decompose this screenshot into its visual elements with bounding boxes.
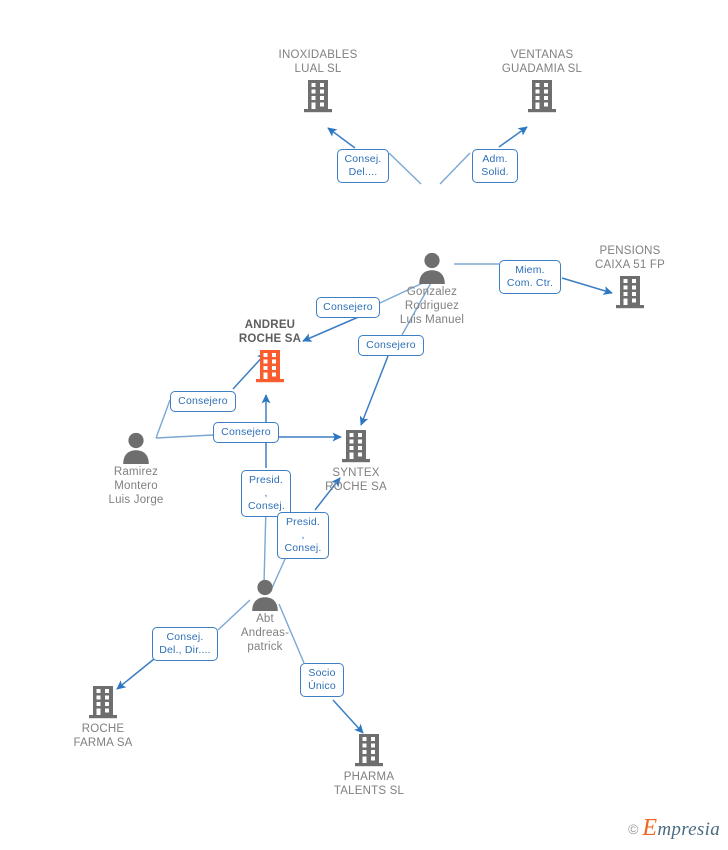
person-icon <box>372 245 492 285</box>
edge-label-consejero-ramirez-syntex[interactable]: Consejero <box>213 422 279 443</box>
node-ramirez-montero-luis-jorge[interactable]: Ramirez Montero Luis Jorge <box>76 425 196 507</box>
building-icon <box>43 682 163 722</box>
edge-gonzalez-ventanas <box>498 126 528 148</box>
edge-gonzalez-inoxidables <box>327 127 356 149</box>
edge-label-miem-com-ctr[interactable]: Miem. Com. Ctr. <box>499 260 561 294</box>
edge-label-consej-del-dir[interactable]: Consej. Del., Dir.... <box>152 627 218 661</box>
node-label: Ramirez Montero Luis Jorge <box>108 466 164 506</box>
building-icon <box>296 426 416 466</box>
brand-initial: E <box>642 815 658 841</box>
node-label-focus: ANDREU ROCHE SA <box>238 319 302 345</box>
watermark: © Empresia <box>628 815 720 842</box>
node-label: ROCHE FARMA SA <box>73 723 133 749</box>
node-label: PENSIONS CAIXA 51 FP <box>595 245 665 271</box>
edge-gonzalez-syntex <box>359 355 389 426</box>
brand-logo: Empresia <box>642 815 720 842</box>
node-label: INOXIDABLES LUAL SL <box>278 49 358 75</box>
node-label: SYNTEX ROCHE SA <box>325 467 387 493</box>
node-label: Gonzalez Rodriguez Luis Manuel <box>399 286 465 326</box>
person-icon <box>76 425 196 465</box>
node-inoxidables-lual-sl[interactable]: INOXIDABLES LUAL SL <box>258 48 378 116</box>
edge-label-socio-unico[interactable]: Socio Único <box>300 663 344 697</box>
edge-label-consejero-ramirez-andreu[interactable]: Consejero <box>170 391 236 412</box>
edge-abt-pharma-talents <box>332 699 364 734</box>
node-label: VENTANAS GUADAMIA SL <box>501 49 583 75</box>
building-icon <box>309 730 429 770</box>
node-pensions-caixa-51-fp[interactable]: PENSIONS CAIXA 51 FP <box>570 244 690 312</box>
node-syntex-roche-sa[interactable]: SYNTEX ROCHE SA <box>296 426 416 494</box>
stub-gonzalez-consejdel <box>388 152 422 185</box>
building-icon <box>482 76 602 116</box>
relationship-diagram-canvas: INOXIDABLES LUAL SL VENTANAS GUADAMIA SL <box>0 0 728 850</box>
node-pharma-talents-sl[interactable]: PHARMA TALENTS SL <box>309 730 429 798</box>
person-icon <box>205 572 325 612</box>
edge-label-consejero-gonzalez-syntex[interactable]: Consejero <box>358 335 424 356</box>
stub-gonzalez-admsolid <box>439 152 471 185</box>
edge-label-presid-consej-abt-syntex[interactable]: Presid. , Consej. <box>277 512 329 559</box>
edge-label-presid-consej-abt-andreu[interactable]: Presid. , Consej. <box>241 470 291 517</box>
edge-label-consejero-gonzalez-andreu[interactable]: Consejero <box>316 297 380 318</box>
node-label: Abt Andreas- patrick <box>240 613 290 653</box>
node-ventanas-guadamia-sl[interactable]: VENTANAS GUADAMIA SL <box>482 48 602 116</box>
edge-label-adm-solid[interactable]: Adm. Solid. <box>472 149 518 183</box>
copyright-icon: © <box>628 820 639 837</box>
node-gonzalez-rodriguez-luis-manuel[interactable]: Gonzalez Rodriguez Luis Manuel <box>372 245 492 327</box>
node-andreu-roche-sa[interactable]: ANDREU ROCHE SA <box>210 318 330 386</box>
node-abt-andreas-patrick[interactable]: Abt Andreas- patrick <box>205 572 325 654</box>
brand-rest: mpresia <box>657 819 720 840</box>
node-roche-farma-sa[interactable]: ROCHE FARMA SA <box>43 682 163 750</box>
building-icon <box>570 272 690 312</box>
node-label: PHARMA TALENTS SL <box>333 771 405 797</box>
building-icon-focus <box>210 346 330 386</box>
edge-label-consej-del[interactable]: Consej. Del.... <box>337 149 389 183</box>
building-icon <box>258 76 378 116</box>
